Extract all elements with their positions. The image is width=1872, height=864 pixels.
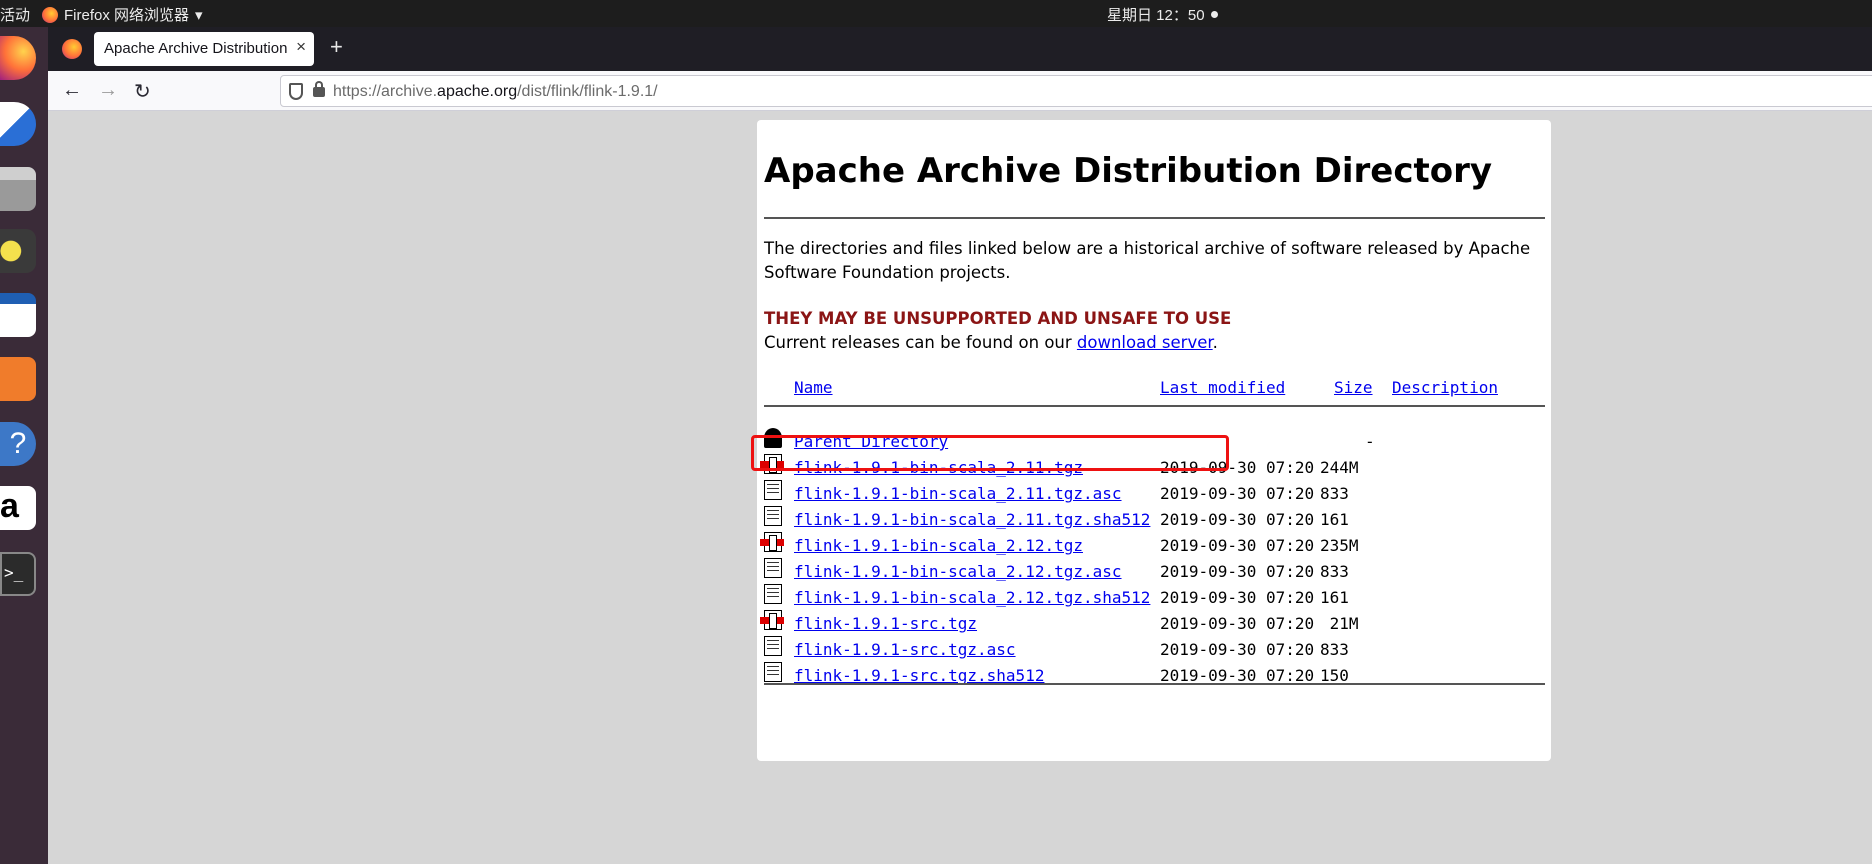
current-suffix: . [1212, 333, 1218, 352]
rhythmbox-icon[interactable] [0, 229, 36, 273]
firefox-icon[interactable] [0, 36, 36, 80]
clock[interactable]: 星期日 12：50 [1107, 4, 1218, 25]
text-file-icon [764, 662, 782, 682]
file-row: flink-1.9.1-bin-scala_2.11.tgz.asc 2019-0… [764, 480, 1545, 510]
divider [764, 683, 1545, 685]
back-arrow-icon[interactable]: ← [62, 79, 82, 102]
firefox-view-icon[interactable] [62, 39, 82, 59]
software-icon[interactable] [0, 357, 36, 401]
tab-apache-archive[interactable]: Apache Archive Distribution Directory × [94, 32, 314, 66]
page-title: Apache Archive Distribution Directory [764, 151, 1493, 191]
column-header-description[interactable]: Description [1392, 378, 1498, 397]
url-text[interactable]: https://archive.apache.org/dist/flink/fl… [333, 83, 658, 101]
parent-size: - [1365, 432, 1375, 451]
warning-text: THEY MAY BE UNSUPPORTED AND UNSAFE TO US… [764, 309, 1232, 328]
terminal-icon[interactable]: >_ [0, 552, 36, 596]
file-row: flink-1.9.1-src.tgz.sha512 2019-09-30 07:… [764, 662, 1545, 692]
dock: ? a >_ [0, 27, 48, 864]
file-size: 833 [1320, 640, 1349, 659]
app-menu-label: Firefox 网络浏览器 [64, 7, 190, 24]
url-bar[interactable]: https://archive.apache.org/dist/flink/fl… [280, 75, 1872, 107]
divider [764, 217, 1545, 219]
download-server-link[interactable]: download server [1077, 333, 1213, 352]
url-path: /dist/flink/flink-1.9.1/ [517, 83, 658, 100]
file-row: flink-1.9.1-bin-scala_2.12.tgz 2019-09-30… [760, 532, 1545, 562]
tab-strip: Apache Archive Distribution Directory × … [48, 27, 1872, 71]
file-size: 244M [1320, 458, 1359, 477]
file-date: 2019-09-30 07:20 [1160, 484, 1315, 503]
app-menu[interactable]: Firefox 网络浏览器 ▾ [42, 4, 203, 25]
file-date: 2019-09-30 07:20 [1160, 536, 1315, 555]
divider [764, 405, 1545, 407]
clock-label: 星期日 12：50 [1107, 7, 1205, 24]
column-header-name[interactable]: Name [794, 378, 833, 397]
file-size: 161 [1320, 510, 1349, 529]
help-icon[interactable]: ? [0, 422, 36, 466]
amazon-icon[interactable]: a [0, 486, 36, 530]
file-link[interactable]: flink-1.9.1-src.tgz [794, 614, 977, 633]
file-row: flink-1.9.1-src.tgz 2019-09-30 07:20 21M [760, 610, 1545, 640]
file-link[interactable]: flink-1.9.1-src.tgz.asc [794, 640, 1016, 659]
column-header-size[interactable]: Size [1334, 378, 1373, 397]
file-link[interactable]: flink-1.9.1-bin-scala_2.11.tgz.sha512 [794, 510, 1150, 529]
file-row: flink-1.9.1-bin-scala_2.12.tgz.sha512 201… [764, 584, 1545, 614]
file-link[interactable]: flink-1.9.1-bin-scala_2.11.tgz.asc [794, 484, 1122, 503]
thunderbird-icon[interactable] [0, 102, 36, 146]
text-file-icon [764, 636, 782, 656]
files-icon[interactable] [0, 167, 36, 211]
shield-icon[interactable] [289, 83, 303, 100]
file-date: 2019-09-30 07:20 [1160, 510, 1315, 529]
text-file-icon [764, 584, 782, 604]
text-file-icon [764, 558, 782, 578]
file-row: flink-1.9.1-bin-scala_2.12.tgz.asc 2019-0… [764, 558, 1545, 588]
file-row: flink-1.9.1-bin-scala_2.11.tgz.sha512 201… [764, 506, 1545, 536]
file-link[interactable]: flink-1.9.1-bin-scala_2.12.tgz.sha512 [794, 588, 1150, 607]
current-releases-text: Current releases can be found on our dow… [764, 333, 1218, 352]
chevron-down-icon: ▾ [195, 6, 203, 24]
url-prefix: https://archive. [333, 83, 438, 100]
text-file-icon [764, 506, 782, 526]
system-top-bar: 活动 Firefox 网络浏览器 ▾ 星期日 12：50 [0, 0, 1872, 27]
url-domain: apache.org [437, 83, 518, 100]
lock-icon[interactable] [313, 81, 325, 97]
file-size: 235M [1320, 536, 1359, 555]
navigation-toolbar: ← → ↻ https://archive.apache.org/dist/fl… [48, 71, 1872, 111]
current-prefix: Current releases can be found on our [764, 333, 1077, 352]
compressed-icon [760, 610, 784, 630]
file-size: 161 [1320, 588, 1349, 607]
file-link[interactable]: flink-1.9.1-bin-scala_2.12.tgz.asc [794, 562, 1122, 581]
reload-icon[interactable]: ↻ [134, 79, 151, 104]
firefox-icon [42, 6, 58, 23]
file-row: flink-1.9.1-src.tgz.asc 2019-09-30 07:20 8… [764, 636, 1545, 666]
text-file-icon [764, 480, 782, 500]
intro-text: The directories and files linked below a… [764, 239, 1531, 282]
writer-icon[interactable] [0, 293, 36, 337]
file-size: 833 [1320, 562, 1349, 581]
new-tab-button[interactable]: + [330, 34, 343, 60]
compressed-icon [760, 532, 784, 552]
file-date: 2019-09-30 07:20 [1160, 614, 1315, 633]
file-link[interactable]: flink-1.9.1-bin-scala_2.12.tgz [794, 536, 1083, 555]
file-date: 2019-09-30 07:20 [1160, 562, 1315, 581]
forward-arrow-icon[interactable]: → [98, 79, 118, 102]
column-header-last-modified[interactable]: Last modified [1160, 378, 1285, 397]
notification-dot-icon [1210, 11, 1218, 18]
file-date: 2019-09-30 07:20 [1160, 640, 1315, 659]
tab-title: Apache Archive Distribution Directory [104, 40, 289, 57]
close-icon[interactable]: × [296, 37, 306, 57]
file-size: 21M [1320, 614, 1359, 633]
file-size: 833 [1320, 484, 1349, 503]
activities-button[interactable]: 活动 [0, 4, 30, 25]
file-date: 2019-09-30 07:20 [1160, 588, 1315, 607]
highlight-box [751, 435, 1229, 471]
